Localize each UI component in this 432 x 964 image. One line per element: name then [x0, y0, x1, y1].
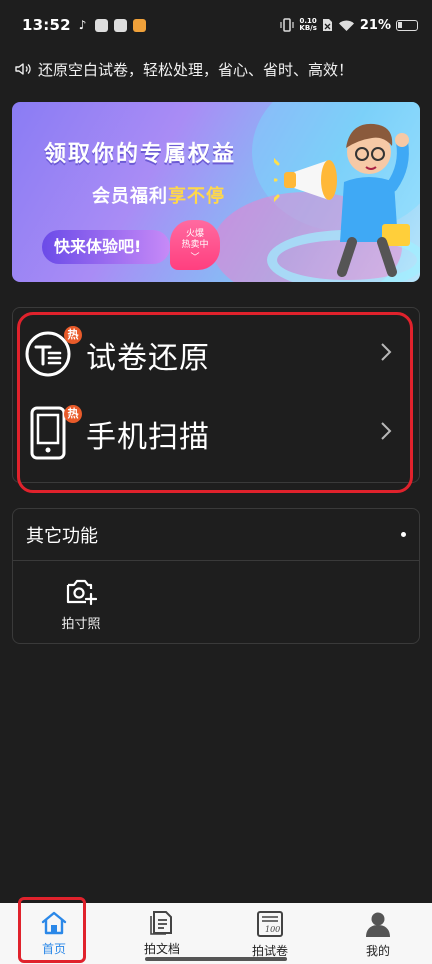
message-icon [94, 18, 108, 32]
paper-restore-icon: 热 [24, 326, 82, 380]
more-dot-icon[interactable] [401, 532, 406, 537]
bottom-navigation: 首页 拍文档 100 拍试卷 我的 [0, 903, 432, 964]
gesture-handle[interactable] [145, 957, 287, 961]
hot-badge: 热 [64, 405, 82, 423]
weibo-icon [132, 18, 146, 32]
nav-label: 我的 [365, 944, 390, 958]
nav-profile[interactable]: 我的 [324, 903, 432, 964]
network-speed: 0.10 KB/s [299, 18, 316, 32]
nav-exam-paper[interactable]: 100 拍试卷 [216, 903, 324, 964]
exam-paper-icon: 100 [257, 911, 283, 937]
announcement-bar[interactable]: 还原空白试卷，轻松处理，省心、省时、高效！ [14, 58, 418, 80]
hot-badge: 热 [64, 326, 82, 344]
tool-label: 拍寸照 [61, 617, 101, 632]
wifi-icon [338, 20, 354, 31]
phone-scan-icon: 热 [24, 405, 82, 460]
other-functions-card: 其它功能 拍寸照 [12, 508, 420, 644]
no-sim-icon [322, 19, 332, 31]
status-right: 0.10 KB/s 21% [280, 18, 418, 33]
hot-sale-badge: 火爆 热卖中 ﹀ [170, 220, 220, 270]
camera-plus-icon [66, 579, 97, 606]
battery-percentage: 21% [359, 17, 391, 33]
document-icon [150, 911, 172, 935]
home-icon [41, 911, 67, 935]
other-functions-title: 其它功能 [26, 525, 98, 547]
nav-label: 拍文档 [143, 942, 180, 956]
feature-paper-restore[interactable]: 热 试卷还原 [24, 325, 396, 385]
banner-title: 领取你的专属权益 [44, 142, 237, 167]
notification-icons: ♪ [78, 17, 146, 32]
feature-label: 试卷还原 [86, 341, 210, 376]
svg-text:100: 100 [265, 925, 280, 934]
mascot-megaphone-illustration [274, 123, 410, 277]
promo-banner[interactable]: 领取你的专属权益 会员福利享不停 快来体验吧! 火爆 热卖中 ﹀ [12, 102, 420, 282]
nav-label: 首页 [41, 942, 66, 956]
tool-id-photo[interactable]: 拍寸照 [53, 577, 109, 632]
chevron-right-icon [380, 342, 392, 368]
status-time: 13:52 [22, 16, 71, 34]
banner-subtitle-highlight: 享不停 [168, 186, 225, 207]
nav-document[interactable]: 拍文档 [108, 903, 216, 964]
banner-subtitle-prefix: 会员福利 [92, 186, 168, 207]
profile-icon [366, 912, 390, 937]
chevron-down-icon: ﹀ [190, 253, 200, 263]
speaker-icon [15, 63, 31, 75]
hot-sale-badge-line2: 热卖中 [181, 240, 209, 250]
hot-sale-badge-line1: 火爆 [185, 229, 204, 239]
nav-home[interactable]: 首页 [0, 903, 108, 964]
tiktok-icon: ♪ [78, 17, 87, 32]
vibrate-icon [280, 18, 294, 32]
other-functions-header: 其它功能 [13, 509, 419, 561]
battery-icon [396, 19, 418, 31]
chevron-right-icon [380, 421, 392, 447]
feature-phone-scan[interactable]: 热 手机扫描 [24, 404, 396, 464]
announcement-text: 还原空白试卷，轻松处理，省心、省时、高效！ [38, 60, 354, 79]
app-notification-icon [113, 18, 127, 32]
banner-cta-button[interactable]: 快来体验吧! [42, 230, 170, 264]
feature-label: 手机扫描 [86, 420, 210, 455]
status-bar: 13:52 ♪ 0.10 KB/s 21% [0, 0, 432, 50]
banner-subtitle: 会员福利享不停 [92, 182, 225, 208]
network-speed-unit: KB/s [299, 24, 317, 32]
